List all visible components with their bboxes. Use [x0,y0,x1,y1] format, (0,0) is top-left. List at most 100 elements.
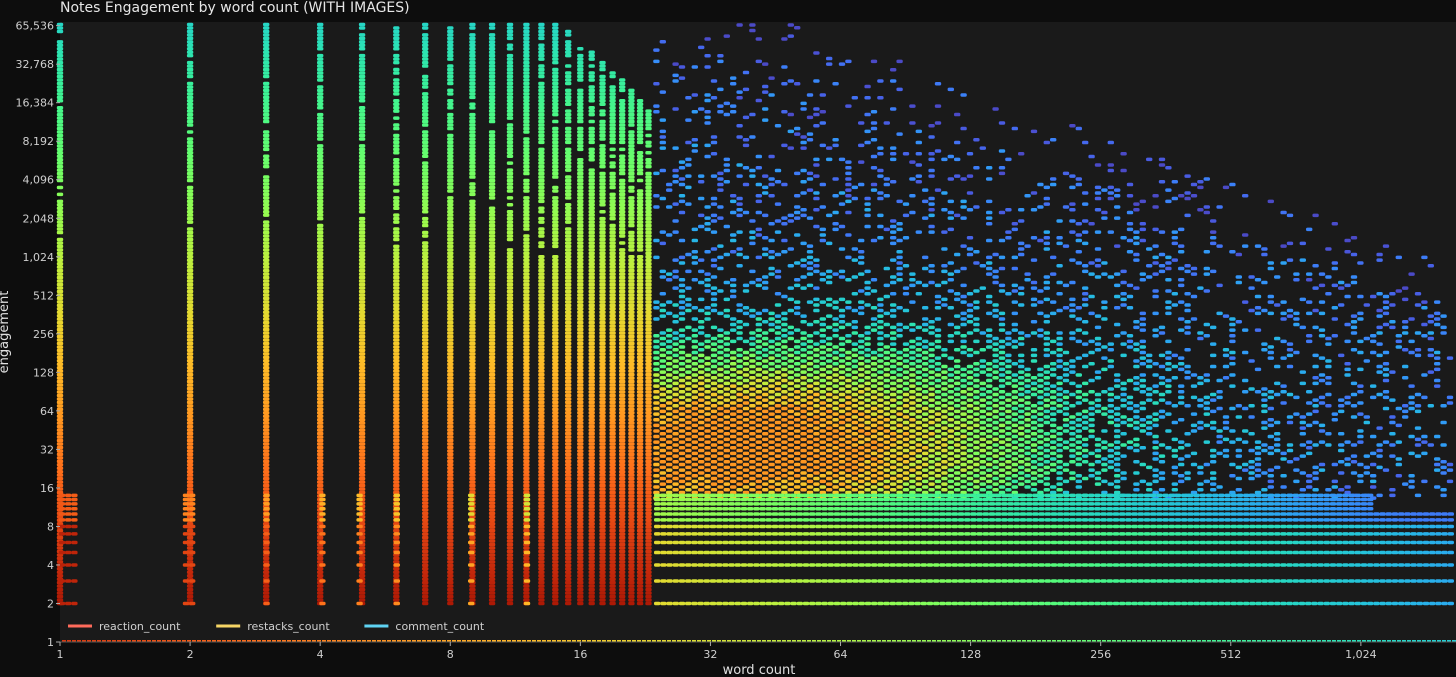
hexbin-cell [645,490,652,495]
hexbin-cell [506,397,514,401]
hexbin-cell [422,511,429,516]
hexbin-cell [488,286,496,290]
hexbin-cell [422,123,429,127]
hexbin-cell [447,442,454,446]
hexbin-cell [813,454,820,458]
hexbin-cell [691,328,698,332]
hexbin-cell [666,390,673,394]
hexbin-cell [393,282,400,287]
hexbin-cell [565,258,572,262]
hexbin-cell [565,314,572,318]
hexbin-cell [588,452,595,457]
hexbin-cell [588,50,595,54]
hexbin-cell [691,401,698,405]
hexbin-cell [447,307,454,311]
hexbin-cell [691,378,698,383]
hexbin-cell [488,327,496,332]
hexbin-cell [659,376,666,380]
hexbin-cell [636,535,644,540]
hexbin-cell [317,404,324,408]
hexbin-cell [317,185,324,190]
hexbin-cell [698,465,705,470]
hexbin-cell [628,171,635,176]
hexbin-cell [447,473,454,477]
hexbin-cell [358,487,366,491]
hexbin-cell [488,587,496,592]
hexbin-cell [538,300,545,304]
hexbin-cell [609,414,616,418]
hexbin-cell [787,420,794,425]
hexbin-cell [819,345,826,349]
hexbin-cell [628,147,635,152]
hexbin-cell [186,369,194,373]
hexbin-cell [538,591,545,595]
hexbin-cell [832,429,839,433]
hexbin-cell [628,88,635,93]
hexbin-cell [506,431,514,436]
hexbin-cell [565,29,572,34]
hexbin-cell [749,465,756,470]
hexbin-cell [447,248,454,252]
hexbin-cell [488,470,496,474]
hexbin-cell [56,210,64,214]
hexbin-cell [393,393,400,398]
hexbin-cell [577,528,584,533]
hexbin-cell [768,474,775,478]
hexbin-cell [678,474,686,478]
hexbin-cell [565,494,572,498]
hexbin-cell [609,435,616,439]
hexbin-cell [186,591,194,595]
hexbin-cell [599,442,606,446]
hexbin-cell [565,230,572,235]
hexbin-cell [577,185,584,190]
hexbin-cell [768,356,775,360]
hexbin-cell [506,36,514,41]
hexbin-cell [599,359,606,363]
hexbin-cell [636,338,644,342]
hexbin-cell [538,480,545,484]
hexbin-cell [609,546,616,550]
hexbin-cell [317,293,324,297]
hexbin-cell [768,423,775,428]
hexbin-cell [447,470,454,474]
hexbin-cell [506,88,514,93]
hexbin-cell [698,398,705,402]
hexbin-cell [447,255,454,259]
hexbin-cell [636,435,644,439]
hexbin-cell [730,104,737,108]
hexbin-cell [619,362,626,366]
hexbin-cell [619,317,626,321]
hexbin-cell [263,178,270,183]
hexbin-cell [488,106,496,110]
hexbin-cell [263,116,270,120]
hexbin-cell [565,220,572,224]
hexbin-cell [56,327,64,332]
hexbin-cell [826,269,833,274]
hexbin-cell [447,106,454,110]
hexbin-cell [628,560,635,564]
hexbin-cell [552,487,559,491]
hexbin-cell [704,278,711,282]
hexbin-cell [685,387,692,391]
hexbin-cell [717,412,724,416]
hexbin-cell [317,168,324,172]
hexbin-cell [469,151,476,155]
hexbin-cell [56,272,64,276]
hexbin-cell [447,112,454,117]
hexbin-cell [717,457,724,461]
hexbin-cell [599,175,606,179]
hexbin-cell [628,341,635,346]
hexbin-cell [628,428,635,432]
hexbin-cell [774,409,782,414]
hexbin-cell [488,192,496,197]
hexbin-cell [552,227,559,231]
hexbin-cell [636,324,644,328]
hexbin-cell [636,379,644,384]
hexbin-cell [488,459,496,464]
hexbin-cell [800,140,807,145]
hexbin-cell [768,222,775,226]
hexbin-cell [506,234,514,238]
hexbin-cell [781,362,788,366]
hexbin-cell [317,130,324,134]
hexbin-cell [317,282,324,287]
